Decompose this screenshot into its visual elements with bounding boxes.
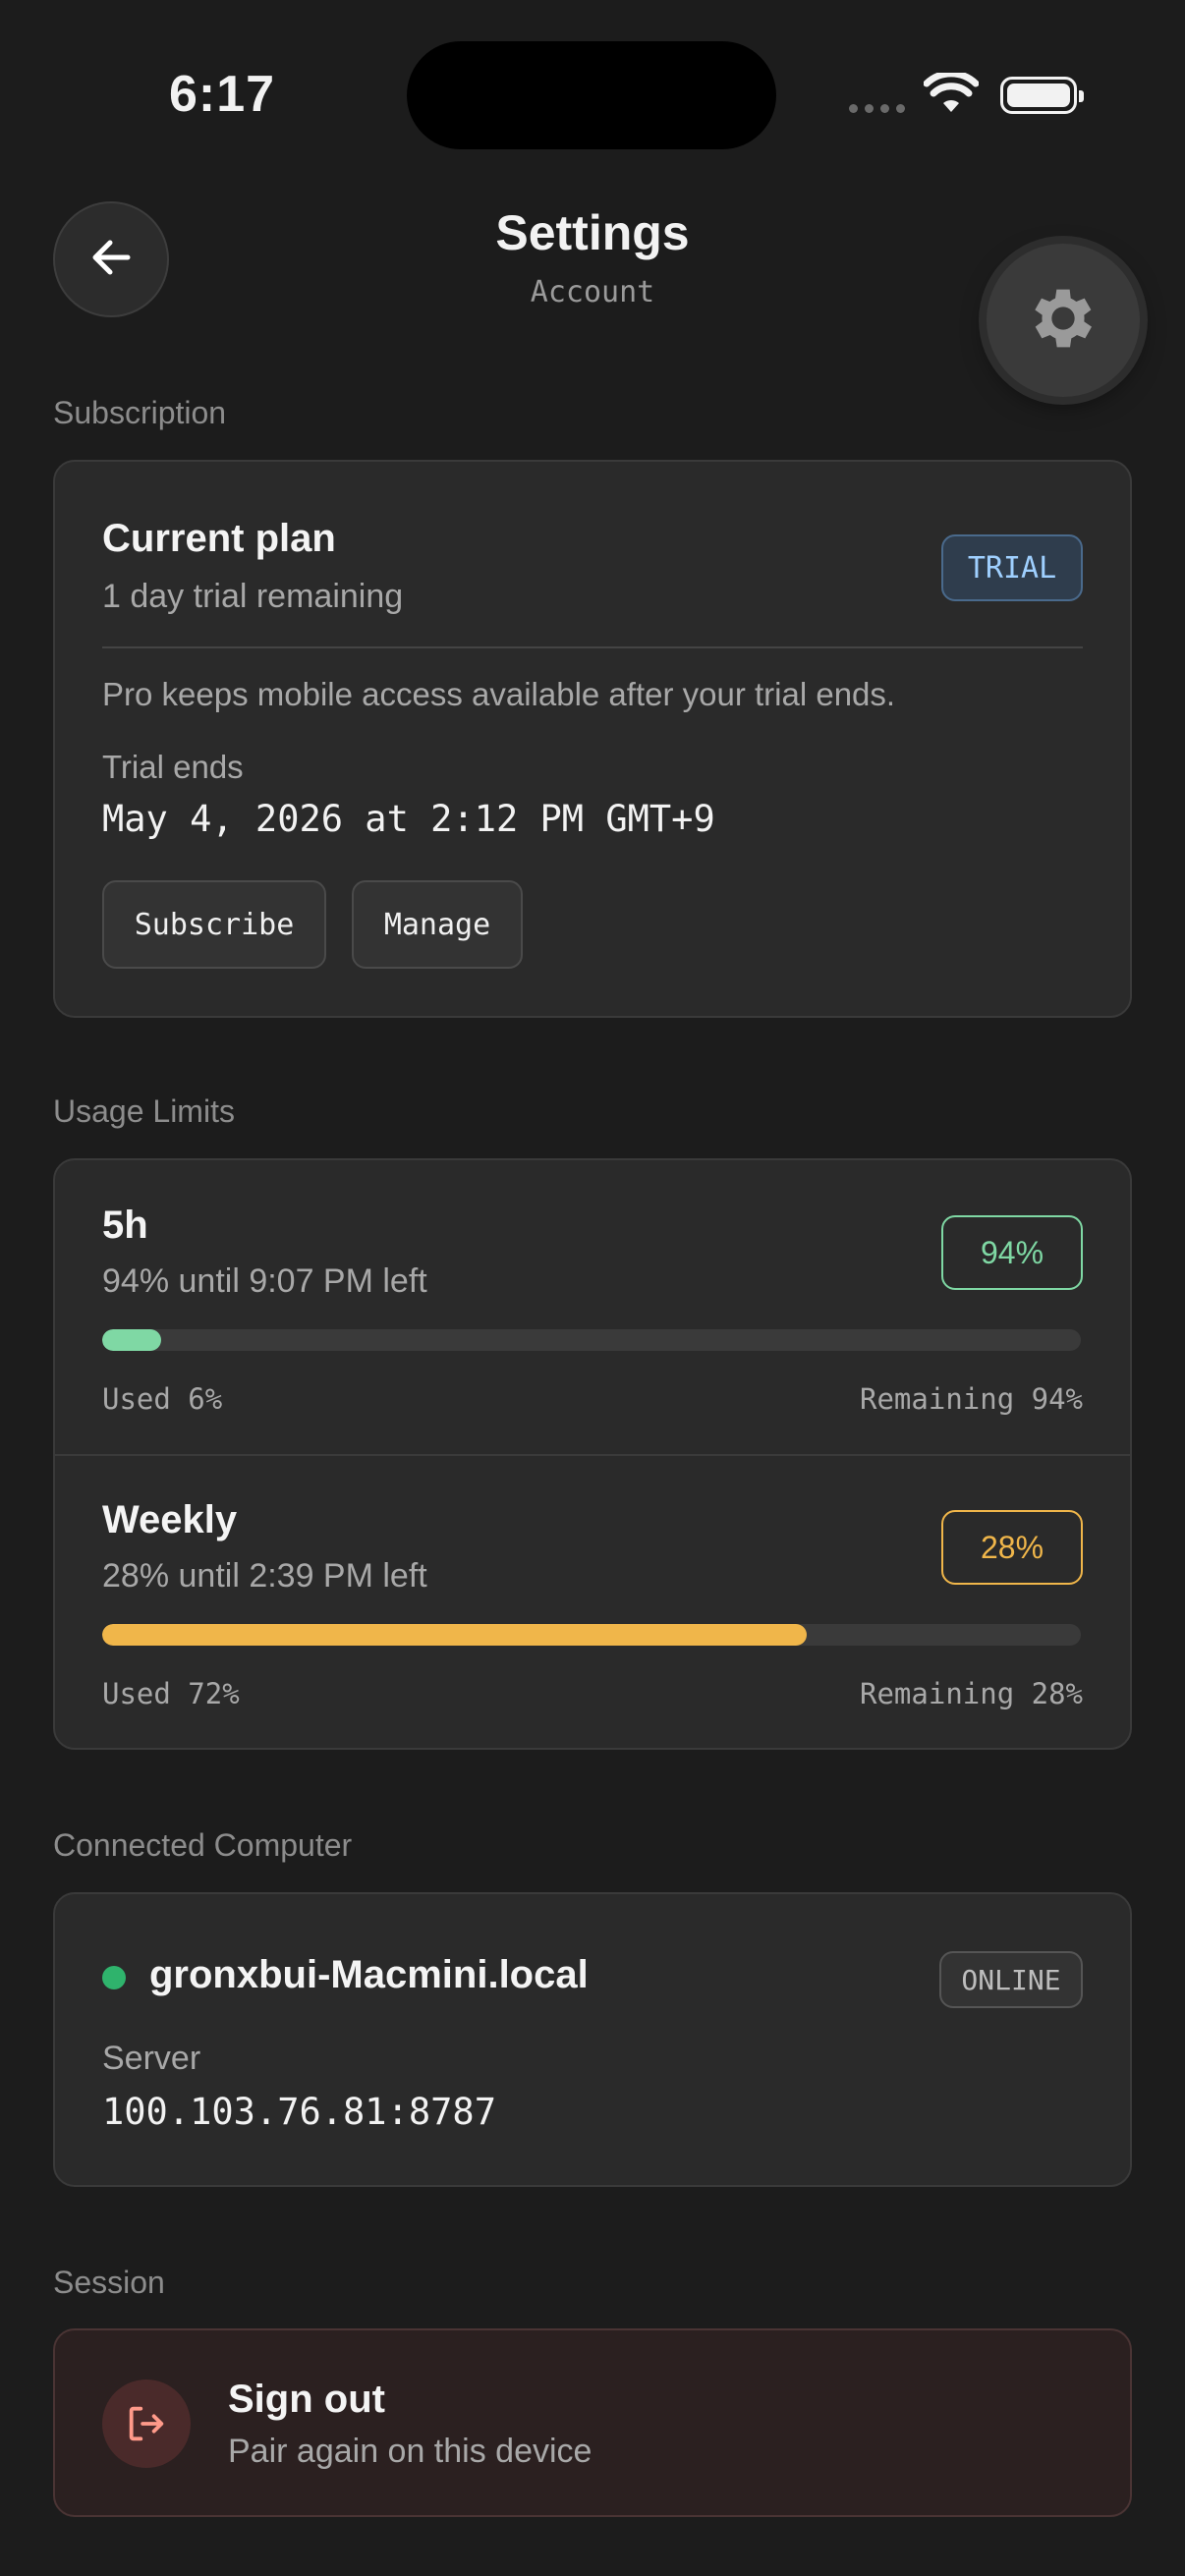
plan-description: Pro keeps mobile access available after … [102, 676, 896, 712]
plan-title: Current plan [102, 517, 336, 560]
usage-5h-used: Used 6% [102, 1382, 223, 1416]
server-value: 100.103.76.81:8787 [102, 2091, 496, 2133]
trial-badge: TRIAL [941, 534, 1083, 601]
usage-weekly-title: Weekly [102, 1498, 238, 1541]
computer-hostname: gronxbui-Macmini.local [149, 1953, 589, 1996]
usage-section-label: Usage Limits [53, 1093, 235, 1129]
usage-weekly-used: Used 72% [102, 1677, 240, 1710]
usage-card: 5h 94% until 9:07 PM left 94% Used 6% Re… [53, 1158, 1132, 1750]
settings-button[interactable] [987, 244, 1140, 397]
usage-weekly-progress-track [102, 1624, 1081, 1646]
usage-5h-progress-track [102, 1329, 1081, 1351]
computer-card: gronxbui-Macmini.local ONLINE Server 100… [53, 1892, 1132, 2187]
usage-weekly-remaining: Remaining 28% [860, 1677, 1083, 1710]
server-label: Server [102, 2040, 201, 2077]
status-time: 6:17 [169, 66, 276, 123]
gear-icon [1024, 279, 1102, 363]
page-title: Settings [495, 205, 690, 260]
wifi-icon [923, 70, 980, 119]
usage-weekly-badge: 28% [941, 1510, 1083, 1585]
sign-out-button[interactable]: Sign out Pair again on this device [53, 2328, 1132, 2517]
usage-5h-badge: 94% [941, 1215, 1083, 1290]
dynamic-island [407, 41, 776, 149]
usage-5h-title: 5h [102, 1204, 148, 1247]
logout-icon [102, 2380, 191, 2468]
trial-ends-value: May 4, 2026 at 2:12 PM GMT+9 [102, 798, 715, 840]
divider [55, 1454, 1130, 1456]
usage-weekly-progress-fill [102, 1624, 808, 1646]
online-status-dot [102, 1966, 126, 1989]
subscription-section-label: Subscription [53, 395, 227, 430]
divider [102, 646, 1083, 648]
sign-out-title: Sign out [228, 2378, 385, 2421]
computer-section-label: Connected Computer [53, 1827, 353, 1863]
usage-weekly-subtitle: 28% until 2:39 PM left [102, 1557, 427, 1595]
usage-5h-progress-fill [102, 1329, 161, 1351]
usage-5h-remaining: Remaining 94% [860, 1382, 1083, 1416]
cellular-signal-icon [849, 104, 905, 113]
trial-ends-label: Trial ends [102, 749, 244, 785]
session-section-label: Session [53, 2265, 165, 2300]
subscription-card: Current plan 1 day trial remaining TRIAL… [53, 460, 1132, 1018]
battery-icon [1000, 77, 1084, 114]
usage-5h-subtitle: 94% until 9:07 PM left [102, 1262, 427, 1300]
subscribe-button[interactable]: Subscribe [102, 880, 326, 969]
sign-out-subtitle: Pair again on this device [228, 2433, 592, 2470]
online-badge: ONLINE [939, 1951, 1083, 2008]
plan-subtitle: 1 day trial remaining [102, 578, 404, 615]
manage-button[interactable]: Manage [352, 880, 523, 969]
